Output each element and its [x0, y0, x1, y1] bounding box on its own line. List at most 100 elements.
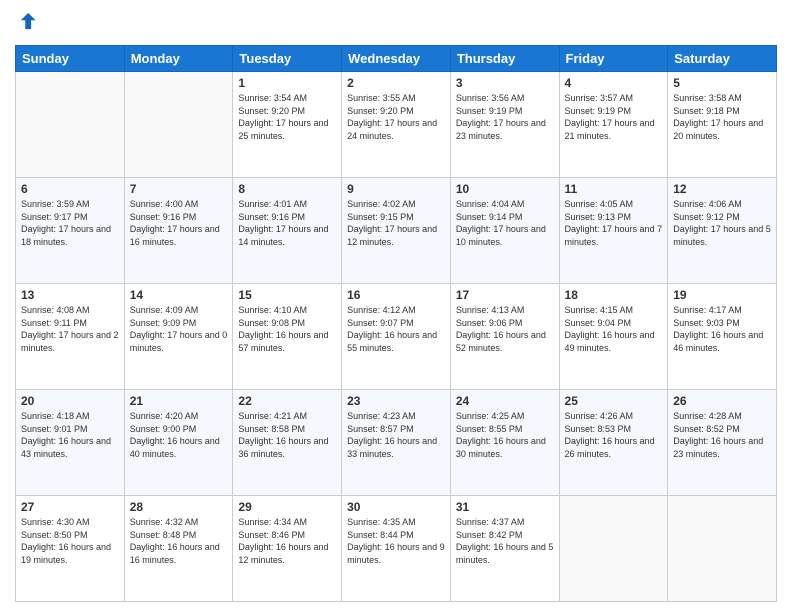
- calendar-cell: 7 Sunrise: 4:00 AM Sunset: 9:16 PM Daylig…: [124, 178, 233, 284]
- weekday-header-saturday: Saturday: [668, 46, 777, 72]
- day-number: 21: [130, 394, 228, 408]
- week-row-4: 20 Sunrise: 4:18 AM Sunset: 9:01 PM Dayli…: [16, 390, 777, 496]
- day-number: 31: [456, 500, 554, 514]
- calendar-cell: 3 Sunrise: 3:56 AM Sunset: 9:19 PM Daylig…: [450, 72, 559, 178]
- day-info: Sunrise: 3:59 AM Sunset: 9:17 PM Dayligh…: [21, 198, 119, 248]
- day-info: Sunrise: 4:09 AM Sunset: 9:09 PM Dayligh…: [130, 304, 228, 354]
- calendar-cell: 4 Sunrise: 3:57 AM Sunset: 9:19 PM Daylig…: [559, 72, 668, 178]
- calendar-cell: 30Sunrise: 4:35 AM Sunset: 8:44 PM Dayli…: [342, 496, 451, 602]
- calendar-cell: 25Sunrise: 4:26 AM Sunset: 8:53 PM Dayli…: [559, 390, 668, 496]
- calendar-cell: [668, 496, 777, 602]
- day-info: Sunrise: 4:05 AM Sunset: 9:13 PM Dayligh…: [565, 198, 663, 248]
- logo: [15, 10, 39, 37]
- calendar-cell: 11 Sunrise: 4:05 AM Sunset: 9:13 PM Dayli…: [559, 178, 668, 284]
- day-info: Sunrise: 3:57 AM Sunset: 9:19 PM Dayligh…: [565, 92, 663, 142]
- day-info: Sunrise: 4:34 AM Sunset: 8:46 PM Dayligh…: [238, 516, 336, 566]
- calendar-cell: 20 Sunrise: 4:18 AM Sunset: 9:01 PM Dayli…: [16, 390, 125, 496]
- calendar-cell: [16, 72, 125, 178]
- week-row-5: 27 Sunrise: 4:30 AM Sunset: 8:50 PM Dayli…: [16, 496, 777, 602]
- calendar-cell: 22 Sunrise: 4:21 AM Sunset: 8:58 PM Dayli…: [233, 390, 342, 496]
- day-info: Sunrise: 4:23 AM Sunset: 8:57 PM Dayligh…: [347, 410, 445, 460]
- weekday-header-thursday: Thursday: [450, 46, 559, 72]
- day-number: 4: [565, 76, 663, 90]
- day-number: 1: [238, 76, 336, 90]
- weekday-header-friday: Friday: [559, 46, 668, 72]
- day-number: 5: [673, 76, 771, 90]
- day-number: 26: [673, 394, 771, 408]
- day-number: 13: [21, 288, 119, 302]
- day-info: Sunrise: 4:30 AM Sunset: 8:50 PM Dayligh…: [21, 516, 119, 566]
- calendar-cell: 27 Sunrise: 4:30 AM Sunset: 8:50 PM Dayli…: [16, 496, 125, 602]
- calendar-cell: 28Sunrise: 4:32 AM Sunset: 8:48 PM Dayli…: [124, 496, 233, 602]
- calendar-cell: 6 Sunrise: 3:59 AM Sunset: 9:17 PM Daylig…: [16, 178, 125, 284]
- day-number: 9: [347, 182, 445, 196]
- day-number: 27: [21, 500, 119, 514]
- day-number: 17: [456, 288, 554, 302]
- day-number: 12: [673, 182, 771, 196]
- day-info: Sunrise: 4:18 AM Sunset: 9:01 PM Dayligh…: [21, 410, 119, 460]
- calendar-cell: 1Sunrise: 3:54 AM Sunset: 9:20 PM Daylig…: [233, 72, 342, 178]
- day-info: Sunrise: 4:06 AM Sunset: 9:12 PM Dayligh…: [673, 198, 771, 248]
- day-info: Sunrise: 4:21 AM Sunset: 8:58 PM Dayligh…: [238, 410, 336, 460]
- day-number: 10: [456, 182, 554, 196]
- calendar-cell: 13Sunrise: 4:08 AM Sunset: 9:11 PM Dayli…: [16, 284, 125, 390]
- weekday-header-sunday: Sunday: [16, 46, 125, 72]
- day-info: Sunrise: 3:56 AM Sunset: 9:19 PM Dayligh…: [456, 92, 554, 142]
- calendar-cell: 16 Sunrise: 4:12 AM Sunset: 9:07 PM Dayli…: [342, 284, 451, 390]
- day-info: Sunrise: 4:17 AM Sunset: 9:03 PM Dayligh…: [673, 304, 771, 354]
- day-number: 29: [238, 500, 336, 514]
- day-number: 19: [673, 288, 771, 302]
- calendar-cell: 14 Sunrise: 4:09 AM Sunset: 9:09 PM Dayli…: [124, 284, 233, 390]
- week-row-1: 1Sunrise: 3:54 AM Sunset: 9:20 PM Daylig…: [16, 72, 777, 178]
- calendar-cell: 5Sunrise: 3:58 AM Sunset: 9:18 PM Daylig…: [668, 72, 777, 178]
- day-number: 18: [565, 288, 663, 302]
- calendar-cell: 21 Sunrise: 4:20 AM Sunset: 9:00 PM Dayli…: [124, 390, 233, 496]
- day-number: 3: [456, 76, 554, 90]
- calendar-cell: 9 Sunrise: 4:02 AM Sunset: 9:15 PM Daylig…: [342, 178, 451, 284]
- weekday-header-tuesday: Tuesday: [233, 46, 342, 72]
- calendar-cell: 31Sunrise: 4:37 AM Sunset: 8:42 PM Dayli…: [450, 496, 559, 602]
- page: SundayMondayTuesdayWednesdayThursdayFrid…: [0, 0, 792, 612]
- day-number: 28: [130, 500, 228, 514]
- day-info: Sunrise: 4:01 AM Sunset: 9:16 PM Dayligh…: [238, 198, 336, 248]
- weekday-header-monday: Monday: [124, 46, 233, 72]
- day-info: Sunrise: 4:12 AM Sunset: 9:07 PM Dayligh…: [347, 304, 445, 354]
- day-number: 6: [21, 182, 119, 196]
- day-number: 14: [130, 288, 228, 302]
- day-number: 7: [130, 182, 228, 196]
- day-info: Sunrise: 3:55 AM Sunset: 9:20 PM Dayligh…: [347, 92, 445, 142]
- header: [15, 10, 777, 37]
- day-number: 24: [456, 394, 554, 408]
- week-row-3: 13Sunrise: 4:08 AM Sunset: 9:11 PM Dayli…: [16, 284, 777, 390]
- weekday-header-row: SundayMondayTuesdayWednesdayThursdayFrid…: [16, 46, 777, 72]
- calendar-table: SundayMondayTuesdayWednesdayThursdayFrid…: [15, 45, 777, 602]
- day-number: 30: [347, 500, 445, 514]
- calendar-cell: [124, 72, 233, 178]
- day-info: Sunrise: 4:13 AM Sunset: 9:06 PM Dayligh…: [456, 304, 554, 354]
- week-row-2: 6 Sunrise: 3:59 AM Sunset: 9:17 PM Daylig…: [16, 178, 777, 284]
- day-number: 16: [347, 288, 445, 302]
- day-number: 25: [565, 394, 663, 408]
- logo-icon: [15, 10, 37, 32]
- day-info: Sunrise: 4:25 AM Sunset: 8:55 PM Dayligh…: [456, 410, 554, 460]
- calendar-cell: 29 Sunrise: 4:34 AM Sunset: 8:46 PM Dayli…: [233, 496, 342, 602]
- day-info: Sunrise: 4:28 AM Sunset: 8:52 PM Dayligh…: [673, 410, 771, 460]
- day-number: 11: [565, 182, 663, 196]
- day-number: 23: [347, 394, 445, 408]
- day-number: 15: [238, 288, 336, 302]
- day-info: Sunrise: 4:00 AM Sunset: 9:16 PM Dayligh…: [130, 198, 228, 248]
- calendar-cell: 23 Sunrise: 4:23 AM Sunset: 8:57 PM Dayli…: [342, 390, 451, 496]
- day-info: Sunrise: 4:02 AM Sunset: 9:15 PM Dayligh…: [347, 198, 445, 248]
- day-info: Sunrise: 4:10 AM Sunset: 9:08 PM Dayligh…: [238, 304, 336, 354]
- calendar-cell: 2Sunrise: 3:55 AM Sunset: 9:20 PM Daylig…: [342, 72, 451, 178]
- day-number: 8: [238, 182, 336, 196]
- calendar-cell: 12 Sunrise: 4:06 AM Sunset: 9:12 PM Dayli…: [668, 178, 777, 284]
- day-number: 20: [21, 394, 119, 408]
- day-number: 22: [238, 394, 336, 408]
- weekday-header-wednesday: Wednesday: [342, 46, 451, 72]
- calendar-cell: 17 Sunrise: 4:13 AM Sunset: 9:06 PM Dayli…: [450, 284, 559, 390]
- calendar-cell: 15 Sunrise: 4:10 AM Sunset: 9:08 PM Dayli…: [233, 284, 342, 390]
- day-info: Sunrise: 4:20 AM Sunset: 9:00 PM Dayligh…: [130, 410, 228, 460]
- calendar-cell: 24 Sunrise: 4:25 AM Sunset: 8:55 PM Dayli…: [450, 390, 559, 496]
- calendar-cell: 26 Sunrise: 4:28 AM Sunset: 8:52 PM Dayli…: [668, 390, 777, 496]
